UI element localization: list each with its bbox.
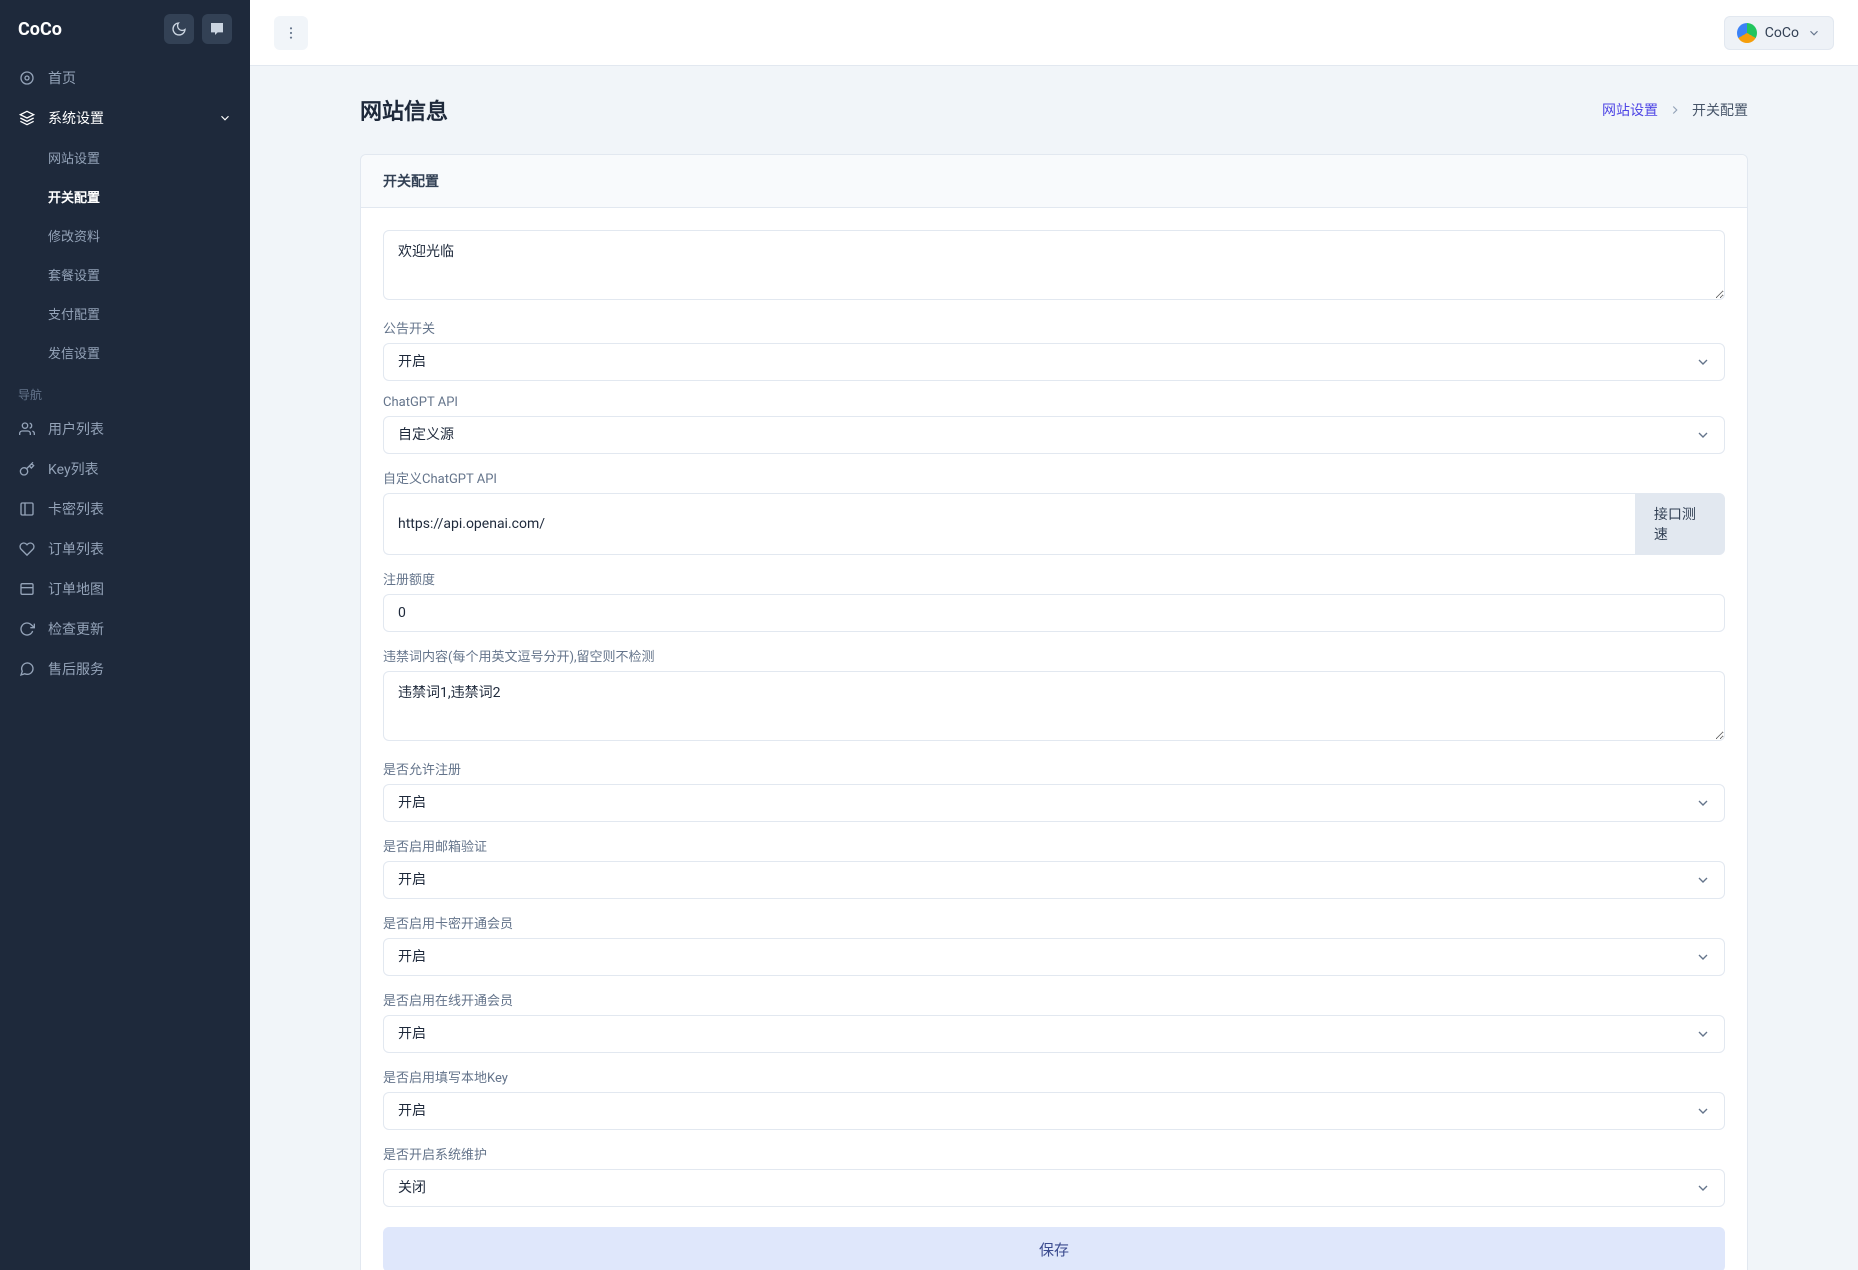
key-icon [18, 461, 36, 477]
heart-icon [18, 541, 36, 557]
chevron-down-icon [218, 111, 232, 125]
theme-toggle-icon[interactable] [164, 14, 194, 44]
switch-config-card: 开关配置 公告开关 开启 ChatGPT API 自定义源 [360, 154, 1748, 1270]
reg-quota-input[interactable] [383, 594, 1725, 632]
reg-quota-label: 注册额度 [383, 569, 1725, 588]
maintenance-label: 是否开启系统维护 [383, 1144, 1725, 1163]
sidebar-sub-pay[interactable]: 支付配置 [0, 294, 250, 333]
maintenance-select[interactable]: 关闭 [383, 1169, 1725, 1207]
sidebar-item-label: 系统设置 [48, 108, 104, 128]
card-member-select[interactable]: 开启 [383, 938, 1725, 976]
card-icon [18, 501, 36, 517]
announce-switch-select[interactable]: 开启 [383, 343, 1725, 381]
sidebar-sub-plan[interactable]: 套餐设置 [0, 255, 250, 294]
layers-icon [18, 110, 36, 126]
allow-register-label: 是否允许注册 [383, 759, 1725, 778]
email-verify-select[interactable]: 开启 [383, 861, 1725, 899]
sidebar-item-label: 首页 [48, 68, 76, 88]
sidebar-item-label: 订单地图 [48, 579, 104, 599]
sidebar-sub-mail[interactable]: 发信设置 [0, 333, 250, 372]
page-title: 网站信息 [360, 94, 448, 126]
local-key-label: 是否启用填写本地Key [383, 1067, 1725, 1086]
sidebar-item-home[interactable]: 首页 [0, 58, 250, 98]
custom-api-label: 自定义ChatGPT API [383, 468, 1725, 487]
announcement-textarea[interactable] [383, 230, 1725, 300]
custom-api-input[interactable] [383, 493, 1635, 555]
announcement-icon[interactable] [202, 14, 232, 44]
breadcrumb-link[interactable]: 网站设置 [1602, 100, 1658, 120]
card-header: 开关配置 [361, 155, 1747, 208]
user-menu[interactable]: CoCo [1724, 16, 1834, 50]
online-member-select[interactable]: 开启 [383, 1015, 1725, 1053]
allow-register-select[interactable]: 开启 [383, 784, 1725, 822]
sidebar-sub-site-settings[interactable]: 网站设置 [0, 138, 250, 177]
sidebar-section-heading: 导航 [0, 372, 250, 409]
refresh-icon [18, 621, 36, 637]
user-name: CoCo [1765, 25, 1799, 41]
kebab-menu-button[interactable] [274, 16, 308, 50]
api-speedtest-button[interactable]: 接口测速 [1635, 493, 1725, 555]
sidebar-item-label: Key列表 [48, 459, 99, 479]
online-member-label: 是否启用在线开通会员 [383, 990, 1725, 1009]
announce-switch-label: 公告开关 [383, 318, 1725, 337]
brand-title: CoCo [18, 19, 62, 40]
sidebar-item-label: 售后服务 [48, 659, 104, 679]
topbar: CoCo [250, 0, 1858, 66]
card-member-label: 是否启用卡密开通会员 [383, 913, 1725, 932]
sidebar-item-label: 订单列表 [48, 539, 104, 559]
sidebar-item-label: 用户列表 [48, 419, 104, 439]
banned-words-label: 违禁词内容(每个用英文逗号分开),留空则不检测 [383, 646, 1725, 665]
local-key-select[interactable]: 开启 [383, 1092, 1725, 1130]
breadcrumb-current: 开关配置 [1692, 100, 1748, 120]
chevron-right-icon [1668, 103, 1682, 117]
users-icon [18, 421, 36, 437]
sidebar-sub-profile[interactable]: 修改资料 [0, 216, 250, 255]
chevron-down-icon [1807, 26, 1821, 40]
avatar [1737, 23, 1757, 43]
sidebar-item-orders[interactable]: 订单列表 [0, 529, 250, 569]
chat-icon [18, 661, 36, 677]
breadcrumb: 网站设置 开关配置 [1602, 100, 1748, 120]
chatgpt-api-label: ChatGPT API [383, 395, 1725, 410]
sidebar-item-support[interactable]: 售后服务 [0, 649, 250, 689]
banned-words-textarea[interactable] [383, 671, 1725, 741]
chatgpt-api-select[interactable]: 自定义源 [383, 416, 1725, 454]
sidebar: CoCo 首页 系统设置 网站设 [0, 0, 250, 1270]
sidebar-item-cards[interactable]: 卡密列表 [0, 489, 250, 529]
save-button[interactable]: 保存 [383, 1227, 1725, 1270]
map-icon [18, 581, 36, 597]
sidebar-item-updates[interactable]: 检查更新 [0, 609, 250, 649]
email-verify-label: 是否启用邮箱验证 [383, 836, 1725, 855]
sidebar-item-keys[interactable]: Key列表 [0, 449, 250, 489]
sidebar-item-users[interactable]: 用户列表 [0, 409, 250, 449]
sidebar-item-settings[interactable]: 系统设置 [0, 98, 250, 138]
home-icon [18, 70, 36, 86]
sidebar-sub-switch-config[interactable]: 开关配置 [0, 177, 250, 216]
sidebar-item-label: 检查更新 [48, 619, 104, 639]
sidebar-item-label: 卡密列表 [48, 499, 104, 519]
sidebar-item-ordermap[interactable]: 订单地图 [0, 569, 250, 609]
